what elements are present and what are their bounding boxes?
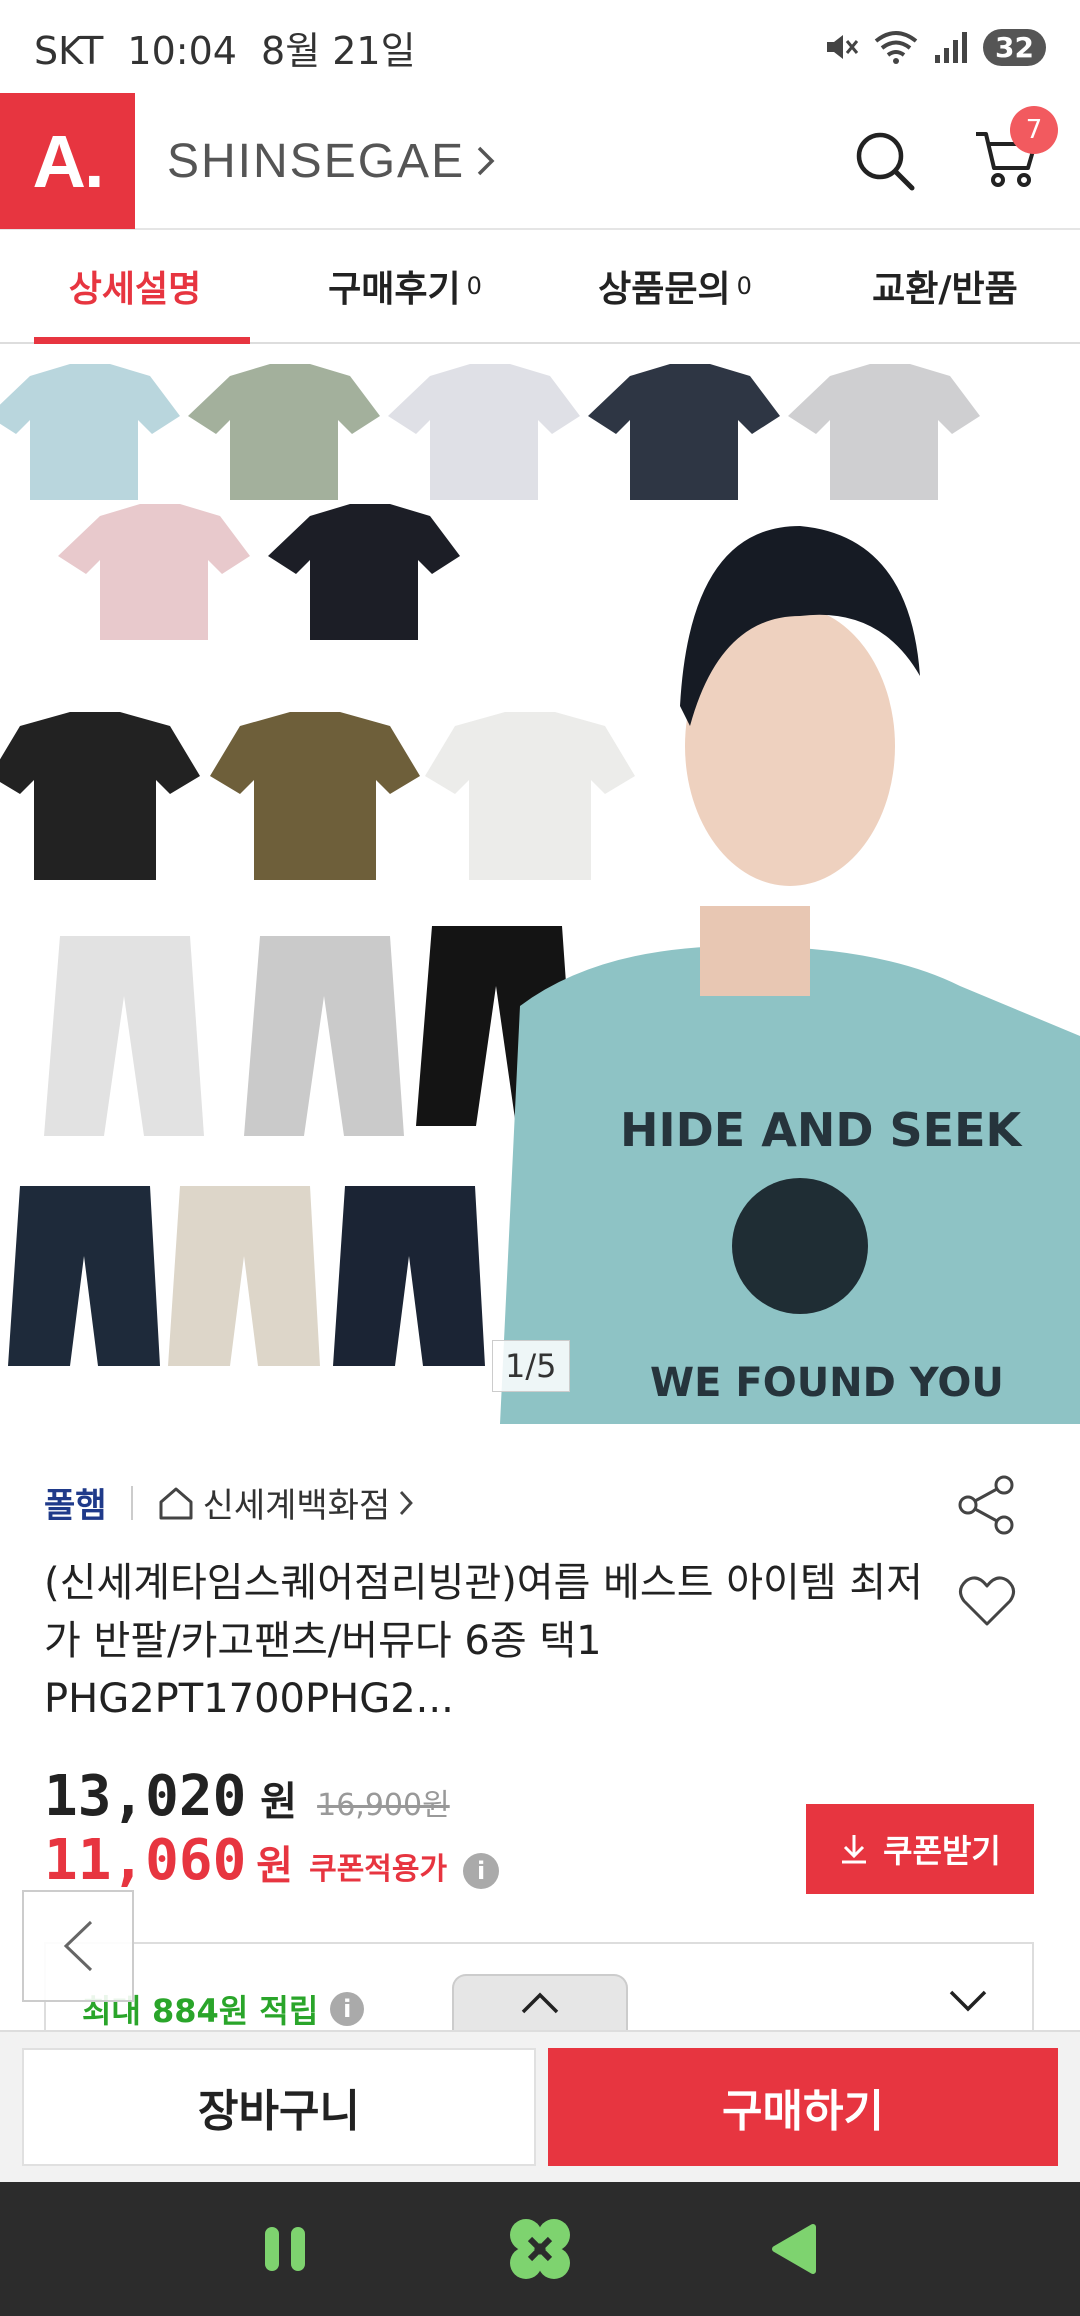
- shirt-print-top: HIDE AND SEEK: [620, 1103, 1024, 1157]
- share-icon[interactable]: [956, 1474, 1018, 1536]
- purchase-action-bar: 장바구니 구매하기: [0, 2030, 1080, 2182]
- original-price: 16,900원: [317, 1788, 450, 1823]
- store-link[interactable]: 신세계백화점: [157, 1478, 415, 1527]
- info-icon[interactable]: i: [330, 1992, 365, 2026]
- tshirt-light-blue: [0, 364, 180, 500]
- download-icon: [842, 1835, 867, 1864]
- coupon-price-row: 11,060 원 쿠폰적용가 i: [44, 1828, 500, 1893]
- search-icon[interactable]: [854, 130, 916, 192]
- shirt-print-bottom: WE FOUND YOU: [650, 1360, 1004, 1406]
- app-logo[interactable]: A.: [0, 93, 135, 229]
- tab-inquiries[interactable]: 상품문의 0: [540, 230, 810, 342]
- back-nav-icon[interactable]: [765, 2219, 825, 2279]
- tab-count: 0: [466, 272, 482, 300]
- header-actions: 7: [854, 106, 1080, 194]
- model-figure: HIDE AND SEEK WE FOUND YOU: [500, 526, 1080, 1424]
- tshirt-black-pocket: [0, 712, 200, 880]
- brand-name: SHINSEGAE: [167, 134, 466, 188]
- brand-row: 폴햄 신세계백화점: [44, 1478, 414, 1527]
- product-image-gallery[interactable]: HIDE AND SEEK WE FOUND YOU 1/5: [0, 346, 1080, 1424]
- tshirt-white-pocket: [425, 712, 635, 880]
- tshirt-light-gray: [388, 364, 580, 500]
- get-coupon-button[interactable]: 쿠폰받기: [806, 1804, 1034, 1894]
- system-nav-bar: [0, 2182, 1080, 2316]
- signal-icon: [935, 32, 968, 63]
- coupon-price: 11,060: [44, 1828, 247, 1893]
- brand-link-polham[interactable]: 폴햄: [44, 1478, 107, 1527]
- shorts-gray: [244, 936, 404, 1136]
- wifi-icon: [874, 31, 918, 64]
- app-header: A. SHINSEGAE 7: [0, 93, 1080, 230]
- home-icon: [159, 1487, 193, 1519]
- buy-now-button[interactable]: 구매하기: [548, 2048, 1058, 2166]
- home-button-icon[interactable]: [504, 2213, 576, 2285]
- shorts-navy: [8, 1186, 160, 1366]
- coupon-price-label: 쿠폰적용가: [309, 1852, 448, 1887]
- image-counter: 1/5: [492, 1340, 570, 1392]
- coupon-button-label: 쿠폰받기: [883, 1832, 1001, 1870]
- add-to-cart-button[interactable]: 장바구니: [22, 2048, 536, 2166]
- status-icons: 32: [823, 28, 1046, 66]
- cart-count-badge: 7: [1010, 106, 1058, 154]
- tshirt-sage: [188, 364, 380, 500]
- tshirt-black-print: [268, 504, 460, 640]
- tab-label: 상품문의: [598, 269, 731, 310]
- chevron-down-icon[interactable]: [948, 1988, 988, 2014]
- chevron-right-icon: [400, 1490, 414, 1515]
- tab-count: 0: [736, 272, 752, 300]
- store-name: 신세계백화점: [202, 1486, 391, 1526]
- tab-exchange-return[interactable]: 교환/반품: [810, 230, 1080, 342]
- product-title: (신세계타임스퀘어점리빙관)여름 베스트 아이템 최저가 반팔/카고팬츠/버뮤다…: [44, 1560, 923, 1722]
- sale-price: 13,020: [44, 1764, 247, 1829]
- info-icon[interactable]: i: [463, 1853, 500, 1889]
- shorts-beige: [168, 1186, 320, 1366]
- chevron-up-icon: [521, 1992, 559, 2014]
- mute-icon: [827, 35, 859, 59]
- battery-indicator: 32: [983, 28, 1046, 66]
- carrier: SKT: [34, 28, 104, 73]
- clock: 10:04: [127, 28, 237, 73]
- tshirt-gray: [788, 364, 980, 500]
- tab-label: 상세설명: [68, 269, 202, 310]
- collapse-handle[interactable]: [452, 1974, 628, 2030]
- cart-button[interactable]: 7: [974, 106, 1058, 194]
- product-photo: HIDE AND SEEK WE FOUND YOU: [0, 364, 1080, 1424]
- chevron-left-icon: [63, 1920, 93, 1972]
- status-left: SKT 10:04 8월 21일: [34, 20, 428, 75]
- shorts-light-gray: [44, 936, 204, 1136]
- recent-apps-icon[interactable]: [255, 2219, 315, 2279]
- shorts-navy-2: [333, 1186, 485, 1366]
- tab-label: 교환/반품: [872, 269, 1018, 310]
- brand-link[interactable]: SHINSEGAE: [167, 134, 497, 189]
- tab-reviews[interactable]: 구매후기 0: [270, 230, 540, 342]
- tshirt-olive-pocket: [210, 712, 420, 880]
- date: 8월 21일: [261, 28, 416, 73]
- tab-description[interactable]: 상세설명: [0, 230, 270, 344]
- tab-label: 구매후기: [328, 269, 461, 310]
- price-unit: 원: [260, 1779, 298, 1825]
- tshirt-navy: [588, 364, 780, 500]
- coupon-price-unit: 원: [256, 1843, 294, 1889]
- divider: [130, 1485, 133, 1520]
- chevron-right-icon: [477, 146, 495, 176]
- heart-icon[interactable]: [958, 1574, 1016, 1628]
- detail-tabs: 상세설명 구매후기 0 상품문의 0 교환/반품: [0, 230, 1080, 344]
- tshirt-pink: [58, 504, 250, 640]
- back-button[interactable]: [22, 1890, 134, 2002]
- price-row: 13,020 원 16,900원: [44, 1764, 450, 1829]
- status-bar: SKT 10:04 8월 21일 32: [0, 0, 1080, 94]
